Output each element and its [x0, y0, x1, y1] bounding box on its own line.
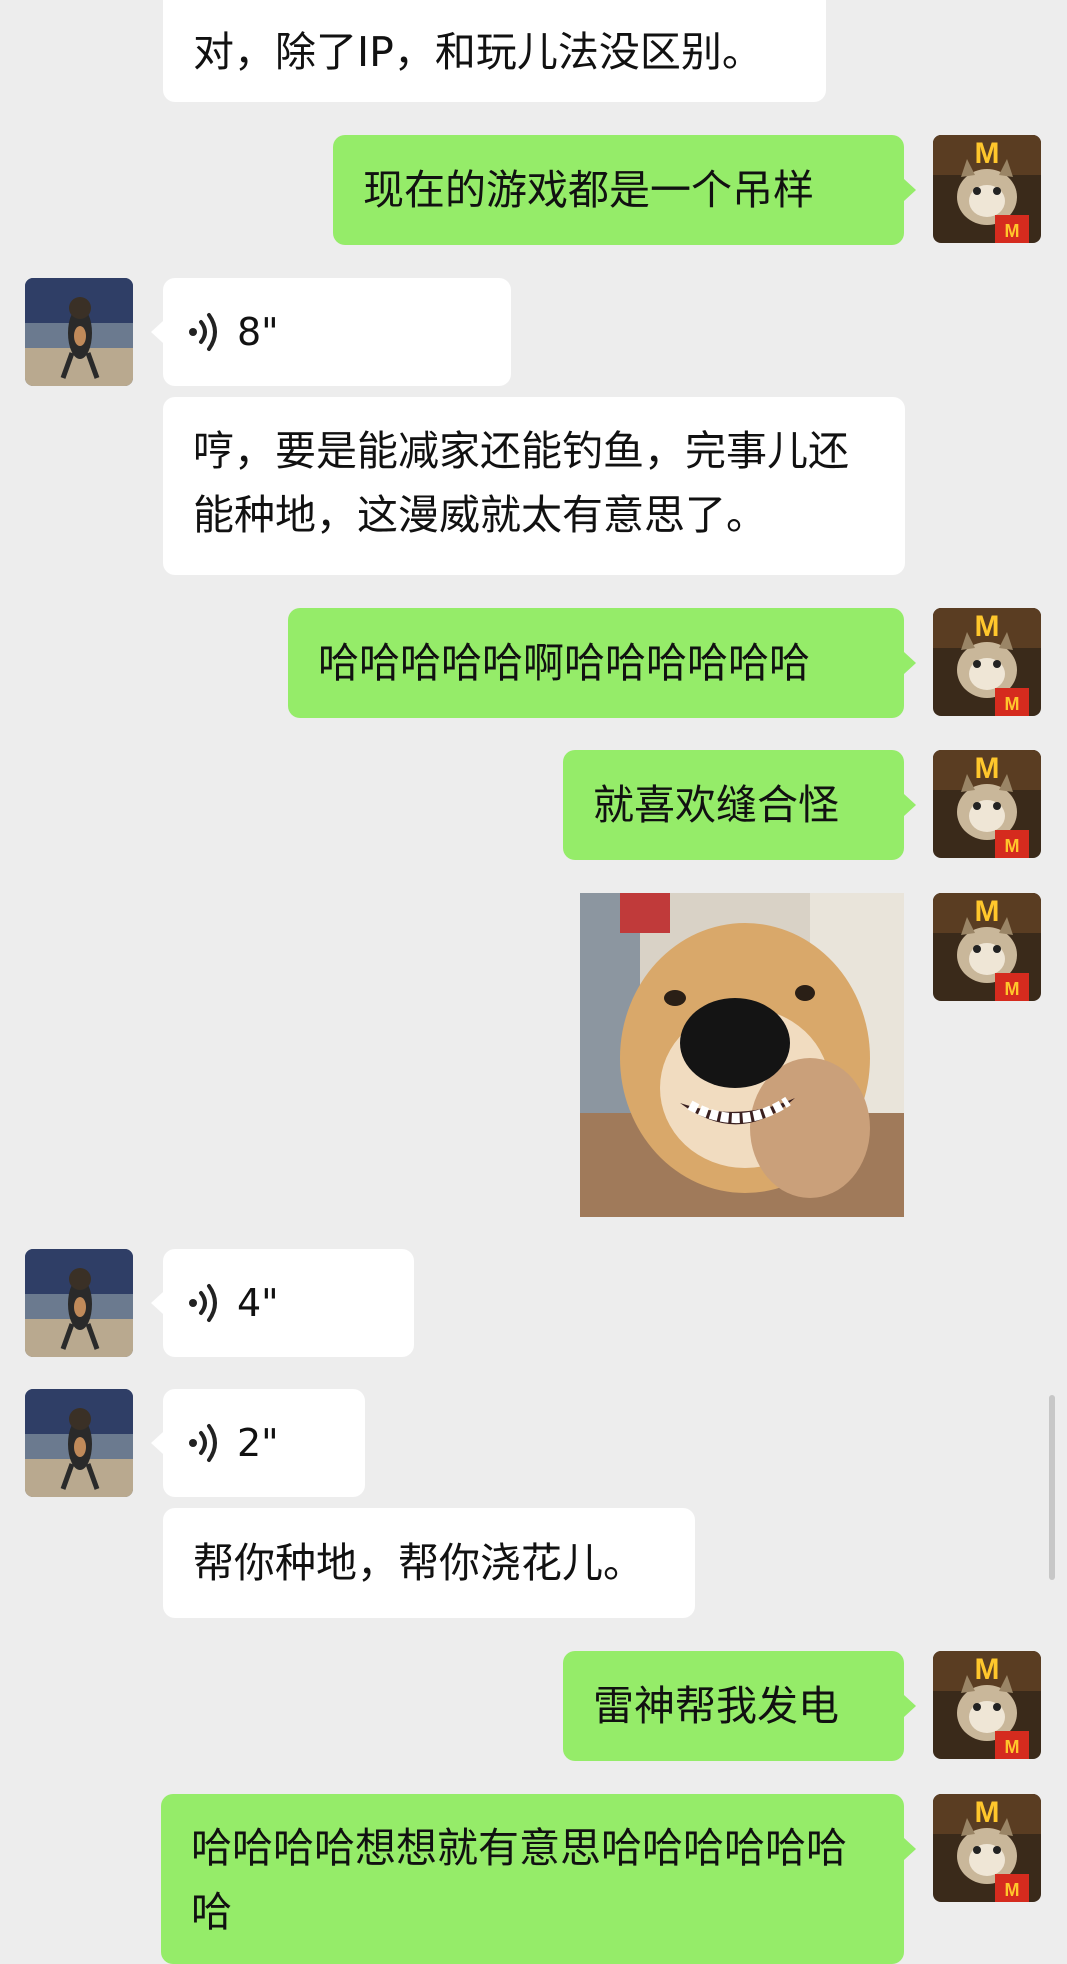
svg-text:M: M: [1005, 836, 1020, 856]
my-avatar[interactable]: M M: [933, 608, 1041, 716]
cat-mcdonalds-avatar-icon: M M: [933, 1651, 1041, 1759]
svg-text:M: M: [975, 1653, 1000, 1686]
bubble-tail: [904, 794, 916, 816]
dog-avatar-icon: [25, 278, 133, 386]
dog-avatar-icon: [25, 1389, 133, 1497]
chat-area: 对，除了IP，和玩儿法没区别。 现在的游戏都是一个吊样 M M 8" 哼，要是能…: [0, 0, 1067, 1964]
svg-text:M: M: [1005, 221, 1020, 241]
image-message[interactable]: [580, 893, 904, 1217]
my-avatar[interactable]: M M: [933, 1651, 1041, 1759]
voice-wave-icon: [189, 313, 217, 351]
voice-duration: 4": [237, 1281, 279, 1325]
bubble-tail: [151, 321, 163, 343]
svg-text:M: M: [1005, 979, 1020, 999]
my-avatar[interactable]: M M: [933, 1794, 1041, 1902]
contact-avatar[interactable]: [25, 1389, 133, 1497]
cat-mcdonalds-avatar-icon: M M: [933, 1794, 1041, 1902]
message-bubble[interactable]: 哈哈哈哈想想就有意思哈哈哈哈哈哈哈: [161, 1794, 904, 1964]
svg-text:M: M: [1005, 694, 1020, 714]
voice-wave-icon: [189, 1424, 217, 1462]
bubble-tail: [904, 1838, 916, 1860]
voice-message[interactable]: 2": [163, 1389, 365, 1497]
cat-mcdonalds-avatar-icon: M M: [933, 893, 1041, 1001]
svg-text:M: M: [975, 610, 1000, 643]
bubble-tail: [904, 179, 916, 201]
voice-wave-icon: [189, 1284, 217, 1322]
message-bubble[interactable]: 哼，要是能减家还能钓鱼，完事儿还能种地，这漫威就太有意思了。: [163, 397, 905, 575]
message-bubble[interactable]: 对，除了IP，和玩儿法没区别。: [163, 0, 826, 102]
voice-duration: 2": [237, 1421, 279, 1465]
message-bubble[interactable]: 就喜欢缝合怪: [563, 750, 904, 860]
my-avatar[interactable]: M M: [933, 135, 1041, 243]
dog-avatar-icon: [25, 1249, 133, 1357]
message-bubble[interactable]: 雷神帮我发电: [563, 1651, 904, 1761]
my-avatar[interactable]: M M: [933, 750, 1041, 858]
message-bubble[interactable]: 帮你种地，帮你浇花儿。: [163, 1508, 695, 1618]
contact-avatar[interactable]: [25, 278, 133, 386]
voice-message[interactable]: 8": [163, 278, 511, 386]
cat-mcdonalds-avatar-icon: M M: [933, 750, 1041, 858]
svg-text:M: M: [1005, 1880, 1020, 1900]
shiba-dog-image: [580, 893, 904, 1217]
contact-avatar[interactable]: [25, 1249, 133, 1357]
bubble-tail: [904, 652, 916, 674]
message-bubble[interactable]: 哈哈哈哈哈啊哈哈哈哈哈哈: [288, 608, 904, 718]
svg-text:M: M: [1005, 1737, 1020, 1757]
svg-text:M: M: [975, 137, 1000, 170]
message-bubble[interactable]: 现在的游戏都是一个吊样: [333, 135, 904, 245]
cat-mcdonalds-avatar-icon: M M: [933, 608, 1041, 716]
svg-text:M: M: [975, 895, 1000, 928]
bubble-tail: [151, 1432, 163, 1454]
voice-duration: 8": [237, 310, 279, 354]
cat-mcdonalds-avatar-icon: M M: [933, 135, 1041, 243]
voice-message[interactable]: 4": [163, 1249, 414, 1357]
svg-text:M: M: [975, 752, 1000, 785]
scrollbar[interactable]: [1049, 1395, 1055, 1580]
my-avatar[interactable]: M M: [933, 893, 1041, 1001]
svg-text:M: M: [975, 1796, 1000, 1829]
bubble-tail: [151, 1292, 163, 1314]
bubble-tail: [904, 1695, 916, 1717]
